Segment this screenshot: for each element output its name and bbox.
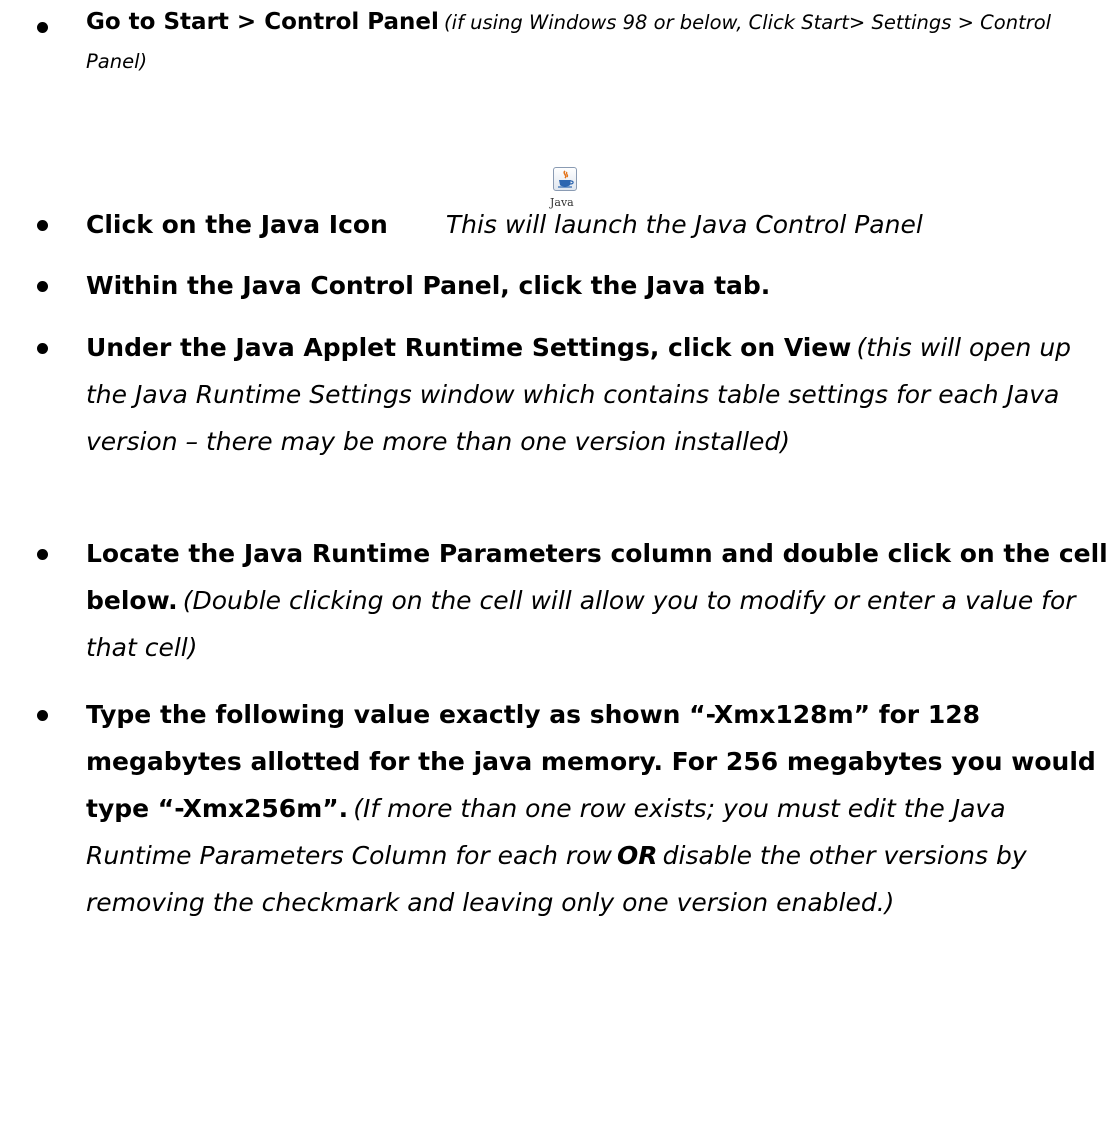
step-instruction: Under the Java Applet Runtime Settings, …: [86, 333, 852, 362]
bullet-dot: [37, 220, 48, 231]
list-item-text: Type the following value exactly as show…: [86, 693, 1114, 928]
step-instruction: Go to Start > Control Panel: [86, 9, 439, 35]
step-instruction: Within the Java Control Panel, click the…: [86, 271, 771, 300]
bullet-dot: [37, 549, 48, 560]
bullet-dot: [37, 710, 48, 721]
emphasis-or: OR: [617, 841, 658, 870]
list-item-text: Within the Java Control Panel, click the…: [86, 264, 1114, 311]
step-note: This will launch the Java Control Panel: [445, 210, 923, 239]
instructions-document: Go to Start > Control Panel (if using Wi…: [0, 0, 1119, 1129]
bullet-dot: [37, 22, 48, 33]
list-item-text: Click on the Java Icon This will launch t…: [86, 203, 1114, 250]
bullet-dot: [37, 343, 48, 354]
list-item-text: Under the Java Applet Runtime Settings, …: [86, 326, 1114, 467]
java-icon: [553, 167, 577, 191]
step-note: (Double clicking on the cell will allow …: [86, 586, 1076, 662]
bullet-dot: [37, 281, 48, 292]
list-item-text: Locate the Java Runtime Parameters colum…: [86, 532, 1114, 673]
step-instruction: Click on the Java Icon: [86, 210, 388, 239]
list-item-text: Go to Start > Control Panel (if using Wi…: [86, 3, 1114, 82]
